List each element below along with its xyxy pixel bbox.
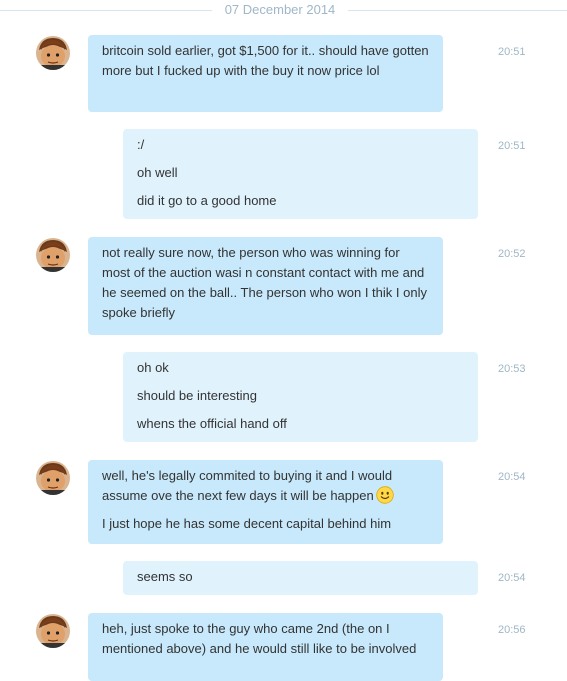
message-timestamp: 20:51 (498, 140, 526, 152)
message-text: I just hope he has some decent capital b… (102, 516, 392, 531)
message-bubble[interactable]: oh ok should be interesting whens the of… (123, 352, 478, 442)
message-timestamp: 20:52 (498, 248, 526, 260)
message-timestamp: 20:56 (498, 624, 526, 636)
message-timestamp: 20:54 (498, 471, 526, 483)
message-timestamp: 20:54 (498, 572, 526, 584)
date-label: 07 December 2014 (224, 2, 336, 17)
message-bubble[interactable]: heh, just spoke to the guy who came 2nd … (88, 613, 443, 681)
message-text: well, he's legally commited to buying it… (102, 468, 394, 504)
message-text: whens the official hand off (137, 416, 287, 431)
message-text: did it go to a good home (137, 193, 277, 208)
divider (0, 10, 212, 11)
avatar[interactable] (36, 238, 70, 272)
message-text: :/ (137, 137, 145, 152)
message-timestamp: 20:51 (498, 46, 526, 58)
divider (348, 10, 567, 11)
message-bubble[interactable]: well, he's legally commited to buying it… (88, 460, 443, 544)
message-text: oh ok (137, 360, 169, 375)
message-bubble[interactable]: seems so (123, 561, 478, 595)
message-text: not really sure now, the person who was … (102, 245, 427, 320)
message-text: should be interesting (137, 388, 257, 403)
message-text: britcoin sold earlier, got $1,500 for it… (102, 43, 429, 78)
smile-emoji-icon (376, 486, 394, 504)
message-bubble[interactable]: britcoin sold earlier, got $1,500 for it… (88, 35, 443, 112)
message-timestamp: 20:53 (498, 363, 526, 375)
message-text: oh well (137, 165, 178, 180)
date-separator: 07 December 2014 (0, 0, 567, 22)
message-bubble[interactable]: not really sure now, the person who was … (88, 237, 443, 335)
message-bubble[interactable]: :/ oh well did it go to a good home (123, 129, 478, 219)
avatar[interactable] (36, 614, 70, 648)
avatar[interactable] (36, 461, 70, 495)
message-text: seems so (137, 569, 193, 584)
avatar[interactable] (36, 36, 70, 70)
message-text: heh, just spoke to the guy who came 2nd … (102, 621, 417, 656)
